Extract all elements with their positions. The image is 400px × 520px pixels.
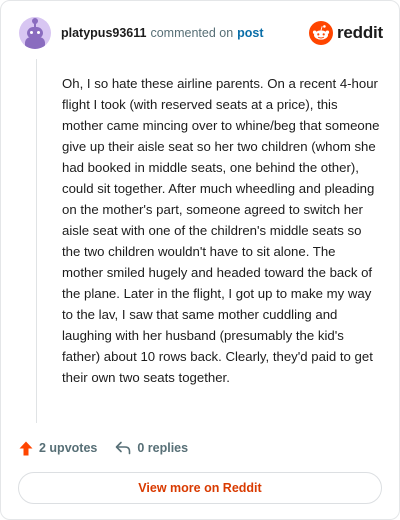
user-avatar[interactable]: [19, 17, 51, 49]
comment-actions: 2 upvotes 0 replies: [19, 437, 206, 459]
username[interactable]: platypus93611: [61, 26, 146, 40]
avatar-eye-left: [30, 31, 33, 34]
reply-count: 0 replies: [137, 441, 189, 455]
reddit-brand[interactable]: reddit: [308, 21, 383, 45]
comment-text: Oh, I so hate these airline parents. On …: [62, 76, 380, 385]
upvote-button[interactable]: 2 upvotes: [19, 441, 97, 456]
reply-button[interactable]: 0 replies: [115, 441, 188, 455]
view-more-button[interactable]: View more on Reddit: [18, 472, 382, 504]
reply-arrow-icon: [116, 441, 131, 455]
avatar-body: [25, 37, 45, 49]
comment-header: platypus93611 commented on post reddit: [19, 17, 383, 49]
comment-embed-card: platypus93611 commented on post reddit Oh,…: [0, 0, 400, 520]
upvote-count: 2 upvotes: [39, 441, 98, 455]
thread-line: [36, 59, 37, 423]
upvote-arrow-icon: [19, 441, 33, 455]
commented-on-text: commented on: [150, 26, 234, 40]
comment-meta: platypus93611 commented on post: [61, 26, 264, 40]
post-link[interactable]: post: [237, 26, 263, 40]
reddit-wordmark: reddit: [336, 23, 383, 42]
avatar-eye-right: [37, 31, 40, 34]
reddit-logo-icon: [308, 21, 333, 45]
